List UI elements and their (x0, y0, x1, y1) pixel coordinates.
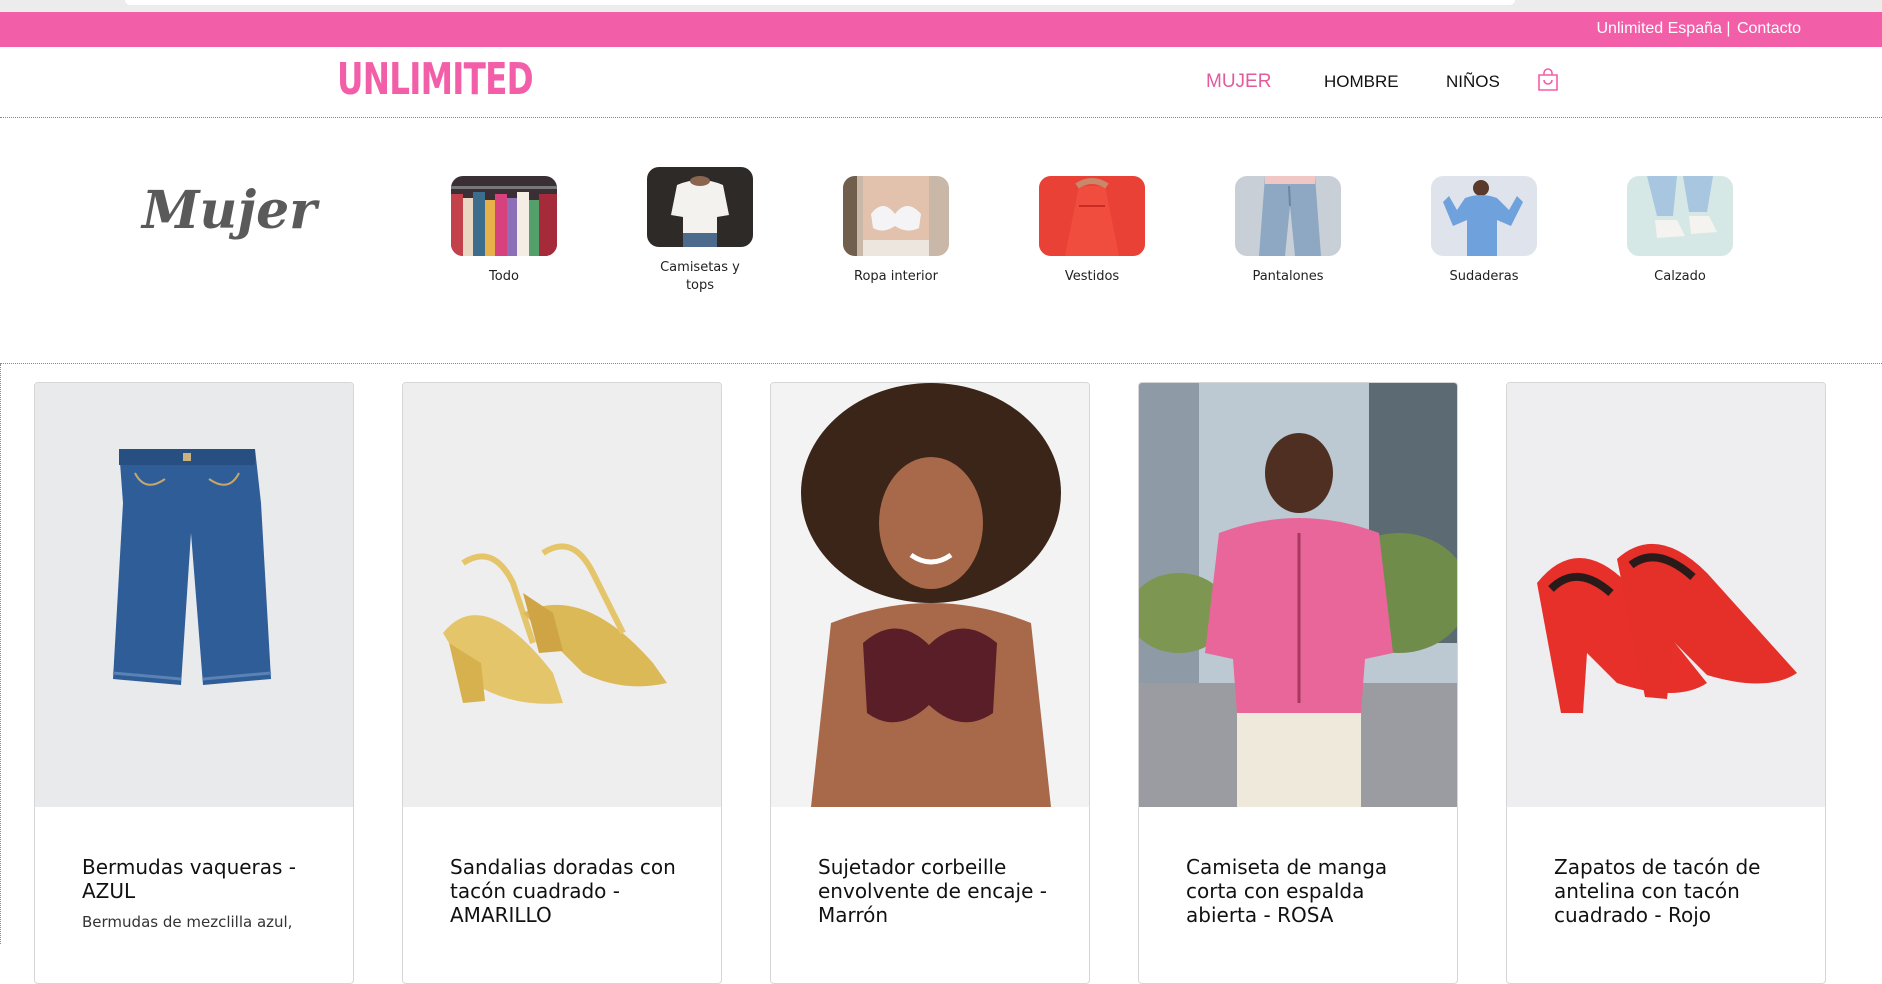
top-bar: Unlimited España | Contacto (0, 12, 1882, 47)
category-label: Camisetas y tops (660, 260, 740, 293)
product-image-zapatos (1507, 383, 1825, 807)
site-link[interactable]: Unlimited España | (1597, 20, 1731, 37)
category-image-vestidos (1039, 176, 1145, 256)
contact-link[interactable]: Contacto (1737, 20, 1801, 37)
shopping-bag-icon[interactable] (1537, 68, 1559, 92)
product-card[interactable]: Camiseta de manga corta con espalda abie… (1138, 382, 1458, 984)
category-section: Mujer Todo Camisetas y tops Ropa interio… (0, 118, 1882, 364)
product-grid: Bermudas vaqueras - AZUL Bermudas de mez… (0, 364, 1882, 984)
category-image-calzado (1627, 176, 1733, 256)
category-ropa-interior[interactable]: Ropa interior (841, 176, 951, 286)
product-title[interactable]: Zapatos de tacón de antelina con tacón c… (1554, 855, 1801, 927)
category-label: Ropa interior (854, 269, 938, 284)
category-image-sudaderas (1431, 176, 1537, 256)
product-card[interactable]: Sandalias doradas con tacón cuadrado - A… (402, 382, 722, 984)
category-todo[interactable]: Todo (449, 176, 559, 286)
section-title: Mujer (142, 180, 317, 241)
category-label: Sudaderas (1449, 269, 1519, 284)
product-card[interactable]: Sujetador corbeille envolvente de encaje… (770, 382, 1090, 984)
browser-chrome-strip (0, 0, 1882, 12)
category-sudaderas[interactable]: Sudaderas (1429, 176, 1539, 286)
browser-address-edge (125, 0, 1515, 5)
product-image-bermudas (35, 383, 353, 807)
product-image-camiseta (1139, 383, 1457, 807)
category-label: Pantalones (1252, 269, 1324, 284)
product-description: Bermudas de mezclilla azul, (82, 913, 293, 931)
product-title[interactable]: Sujetador corbeille envolvente de encaje… (818, 855, 1065, 927)
category-pantalones[interactable]: Pantalones (1233, 176, 1343, 286)
product-title[interactable]: Sandalias doradas con tacón cuadrado - A… (450, 855, 697, 927)
category-label: Vestidos (1064, 269, 1120, 284)
category-calzado[interactable]: Calzado (1625, 176, 1735, 286)
category-label: Todo (489, 269, 519, 284)
top-links: Unlimited España | Contacto (1595, 20, 1802, 38)
category-image-camisetas (647, 167, 753, 247)
product-image-sandalias (403, 383, 721, 807)
nav-item-mujer[interactable]: MUJER (1206, 71, 1271, 93)
site-header: UNLIMITED MUJER HOMBRE NIÑOS (0, 47, 1882, 118)
category-camisetas-y-tops[interactable]: Camisetas y tops (645, 167, 755, 295)
category-label: Calzado (1654, 269, 1706, 284)
nav-item-hombre[interactable]: HOMBRE (1324, 72, 1399, 92)
nav-item-ninos[interactable]: NIÑOS (1446, 72, 1500, 92)
product-card[interactable]: Zapatos de tacón de antelina con tacón c… (1506, 382, 1826, 984)
category-image-pantalones (1235, 176, 1341, 256)
logo[interactable]: UNLIMITED (337, 54, 534, 105)
product-title[interactable]: Bermudas vaqueras - AZUL (82, 855, 329, 903)
product-image-sujetador (771, 383, 1089, 807)
category-image-todo (451, 176, 557, 256)
product-title[interactable]: Camiseta de manga corta con espalda abie… (1186, 855, 1433, 927)
category-image-ropa-interior (843, 176, 949, 256)
product-card[interactable]: Bermudas vaqueras - AZUL Bermudas de mez… (34, 382, 354, 984)
category-vestidos[interactable]: Vestidos (1037, 176, 1147, 286)
